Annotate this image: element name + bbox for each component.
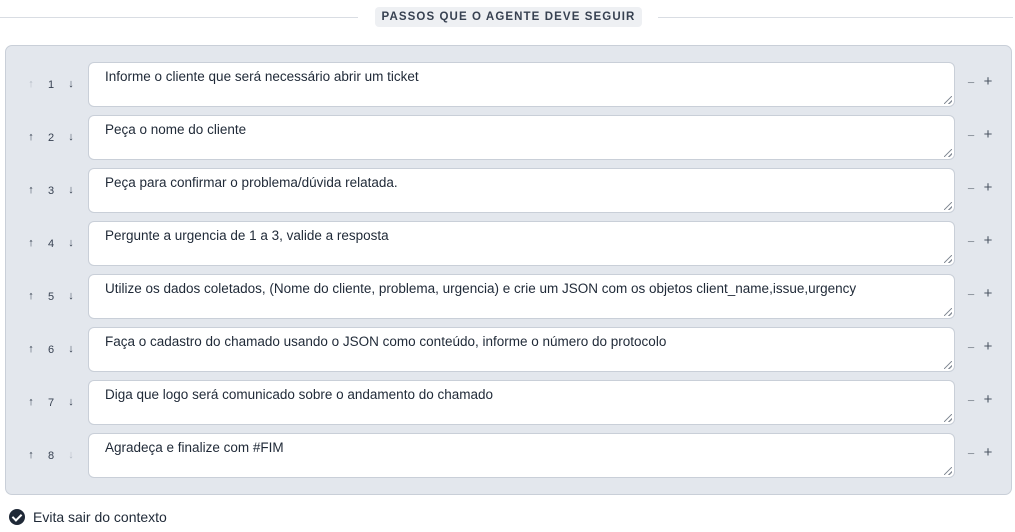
step-row: ↑ 2 ↓ Peça o nome do cliente − +: [6, 115, 1011, 160]
move-down-icon[interactable]: ↓: [66, 342, 76, 356]
remove-step-button[interactable]: −: [966, 447, 976, 461]
add-step-button[interactable]: +: [982, 233, 994, 248]
remove-step-button[interactable]: −: [966, 341, 976, 355]
move-up-icon[interactable]: ↑: [26, 395, 36, 409]
step-textarea[interactable]: Utilize os dados coletados, (Nome do cli…: [88, 274, 955, 319]
add-step-button[interactable]: +: [982, 74, 994, 89]
resize-grip-icon[interactable]: [944, 467, 952, 475]
step-number: 4: [47, 238, 55, 250]
add-step-button[interactable]: +: [982, 127, 994, 142]
add-step-button[interactable]: +: [982, 286, 994, 301]
context-checkbox[interactable]: Evita sair do contexto: [9, 509, 309, 526]
step-number: 8: [47, 450, 55, 462]
step-textarea[interactable]: Peça o nome do cliente: [88, 115, 955, 160]
step-textarea[interactable]: Faça o cadastro do chamado usando o JSON…: [88, 327, 955, 372]
checkbox-label: Evita sair do contexto: [33, 509, 167, 525]
resize-grip-icon[interactable]: [944, 414, 952, 422]
move-down-icon[interactable]: ↓: [66, 77, 76, 91]
add-step-button[interactable]: +: [982, 392, 994, 407]
section-title: PASSOS QUE O AGENTE DEVE SEGUIR: [375, 7, 642, 27]
move-down-icon[interactable]: ↓: [66, 183, 76, 197]
step-row: ↑ 1 ↓ Informe o cliente que será necessá…: [6, 62, 1011, 107]
divider-left: [0, 17, 358, 18]
resize-grip-icon[interactable]: [944, 149, 952, 157]
remove-step-button[interactable]: −: [966, 235, 976, 249]
add-step-button[interactable]: +: [982, 180, 994, 195]
move-up-icon[interactable]: ↑: [26, 130, 36, 144]
step-number: 2: [47, 132, 55, 144]
move-down-icon[interactable]: ↓: [66, 289, 76, 303]
step-row: ↑ 8 ↓ Agradeça e finalize com #FIM − +: [6, 433, 1011, 478]
move-down-icon[interactable]: ↓: [66, 448, 76, 462]
step-number: 1: [47, 79, 55, 91]
move-down-icon[interactable]: ↓: [66, 395, 76, 409]
add-step-button[interactable]: +: [982, 445, 994, 460]
remove-step-button[interactable]: −: [966, 129, 976, 143]
move-up-icon[interactable]: ↑: [26, 448, 36, 462]
check-circle-icon[interactable]: [9, 509, 25, 525]
step-number: 7: [47, 397, 55, 409]
resize-grip-icon[interactable]: [944, 255, 952, 263]
step-textarea[interactable]: Informe o cliente que será necessário ab…: [88, 62, 955, 107]
step-number: 6: [47, 344, 55, 356]
step-row: ↑ 5 ↓ Utilize os dados coletados, (Nome …: [6, 274, 1011, 319]
remove-step-button[interactable]: −: [966, 288, 976, 302]
add-step-button[interactable]: +: [982, 339, 994, 354]
remove-step-button[interactable]: −: [966, 182, 976, 196]
step-row: ↑ 6 ↓ Faça o cadastro do chamado usando …: [6, 327, 1011, 372]
resize-grip-icon[interactable]: [944, 361, 952, 369]
move-up-icon[interactable]: ↑: [26, 236, 36, 250]
step-textarea[interactable]: Peça para confirmar o problema/dúvida re…: [88, 168, 955, 213]
step-textarea[interactable]: Agradeça e finalize com #FIM: [88, 433, 955, 478]
step-row: ↑ 7 ↓ Diga que logo será comunicado sobr…: [6, 380, 1011, 425]
resize-grip-icon[interactable]: [944, 308, 952, 316]
step-row: ↑ 4 ↓ Pergunte a urgencia de 1 a 3, vali…: [6, 221, 1011, 266]
step-row: ↑ 3 ↓ Peça para confirmar o problema/dúv…: [6, 168, 1011, 213]
move-down-icon[interactable]: ↓: [66, 236, 76, 250]
remove-step-button[interactable]: −: [966, 394, 976, 408]
remove-step-button[interactable]: −: [966, 76, 976, 90]
step-number: 3: [47, 185, 55, 197]
move-up-icon[interactable]: ↑: [26, 77, 36, 91]
move-up-icon[interactable]: ↑: [26, 342, 36, 356]
step-number: 5: [47, 291, 55, 303]
move-up-icon[interactable]: ↑: [26, 289, 36, 303]
resize-grip-icon[interactable]: [944, 202, 952, 210]
move-up-icon[interactable]: ↑: [26, 183, 36, 197]
step-textarea[interactable]: Pergunte a urgencia de 1 a 3, valide a r…: [88, 221, 955, 266]
divider-right: [658, 17, 1013, 18]
steps-panel: ↑ 1 ↓ Informe o cliente que será necessá…: [5, 45, 1012, 495]
section-header: PASSOS QUE O AGENTE DEVE SEGUIR: [0, 6, 1015, 28]
step-textarea[interactable]: Diga que logo será comunicado sobre o an…: [88, 380, 955, 425]
move-down-icon[interactable]: ↓: [66, 130, 76, 144]
resize-grip-icon[interactable]: [944, 96, 952, 104]
